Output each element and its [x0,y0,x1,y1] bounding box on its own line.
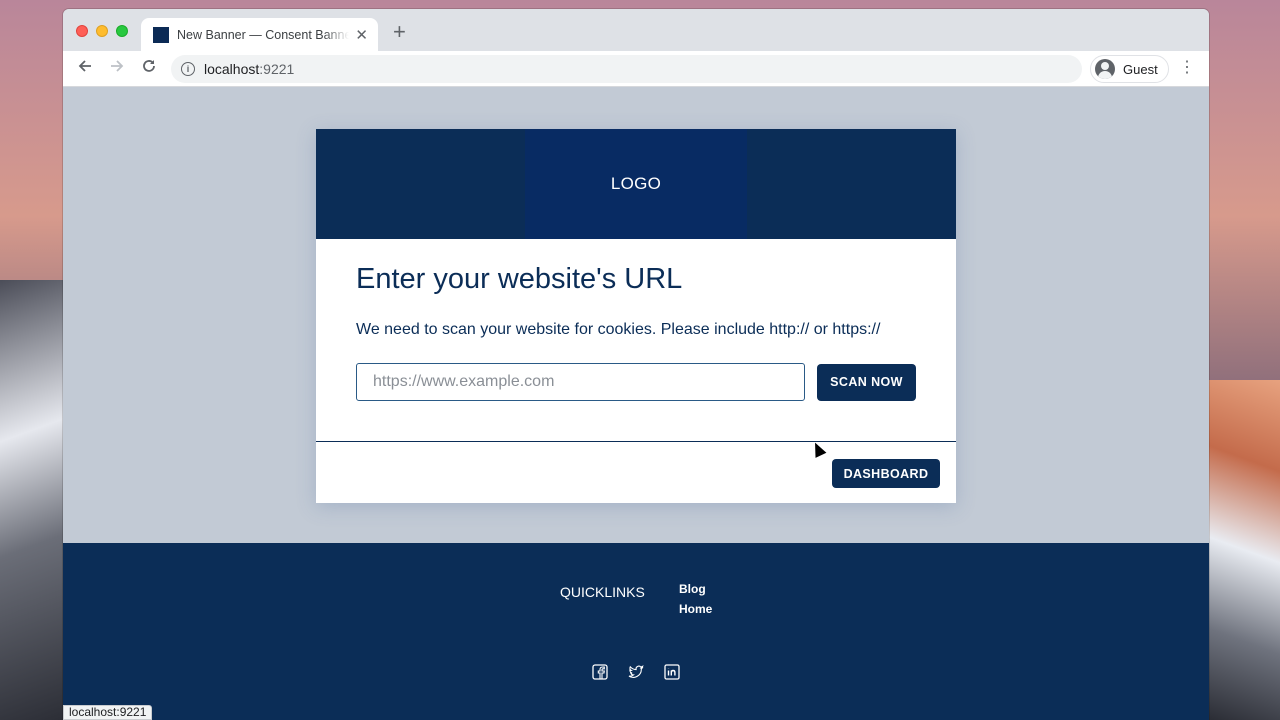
card-header: LOGO [316,129,956,239]
profile-label: Guest [1123,61,1158,77]
avatar-icon [1095,59,1115,79]
scan-now-button[interactable]: SCAN NOW [817,363,916,401]
site-footer: QUICKLINKS Blog Home [63,543,1209,720]
profile-button[interactable]: Guest [1090,55,1169,83]
desktop-wallpaper-right [1209,380,1280,720]
window-controls [76,25,128,37]
info-icon[interactable]: i [181,62,195,76]
browser-tab[interactable]: New Banner — Consent Banner ✕ [141,18,378,51]
favicon-icon [153,26,169,43]
status-bubble: localhost:9221 [63,705,153,720]
dashboard-button[interactable]: DASHBOARD [832,459,940,488]
url-scan-card: LOGO Enter your website's URL We need to… [316,129,956,503]
page-title: Enter your website's URL [356,263,683,295]
logo: LOGO [610,174,662,193]
card-description: We need to scan your website for cookies… [356,321,881,338]
social-links [592,664,680,680]
address-bar[interactable]: i localhost:9221 [171,55,1082,83]
card-body: Enter your website's URL We need to scan… [316,239,956,441]
linkedin-icon[interactable] [664,664,680,680]
arrow-left-icon[interactable] [69,58,101,79]
website-url-input[interactable] [356,363,805,401]
tab-strip: New Banner — Consent Banner ✕ + [63,9,1209,51]
close-icon[interactable]: ✕ [355,26,368,44]
scan-row: SCAN NOW [356,363,916,401]
arrow-right-icon[interactable] [101,58,133,79]
maximize-window-button[interactable] [116,25,128,37]
kebab-menu-icon[interactable]: ⋮ [1179,59,1195,77]
quicklinks-list: Blog Home [679,582,712,616]
plus-icon[interactable]: + [393,21,406,43]
footer-link-home[interactable]: Home [679,602,712,616]
tab-title: New Banner — Consent Banner [177,27,350,42]
page-viewport: LOGO Enter your website's URL We need to… [63,87,1209,720]
minimize-window-button[interactable] [96,25,108,37]
url-text: localhost:9221 [204,61,295,77]
twitter-icon[interactable] [628,664,644,680]
facebook-icon[interactable] [592,664,608,680]
footer-link-blog[interactable]: Blog [679,582,712,596]
close-window-button[interactable] [76,25,88,37]
card-footer: DASHBOARD [316,441,956,503]
quicklinks-title: QUICKLINKS [560,584,645,600]
browser-window: New Banner — Consent Banner ✕ + i localh… [63,9,1209,720]
reload-icon[interactable] [133,58,165,79]
desktop-wallpaper-left [0,280,63,720]
browser-toolbar: i localhost:9221 Guest ⋮ [63,51,1209,87]
